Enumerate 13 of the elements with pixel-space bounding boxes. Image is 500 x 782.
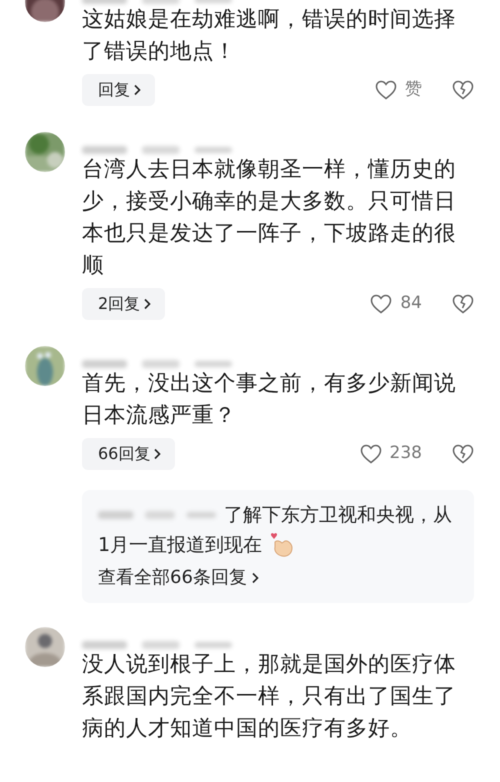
view-all-replies-link[interactable]: 查看全部66条回复 [98, 564, 259, 591]
like-count: 84 [400, 292, 422, 316]
reply-button[interactable]: 66回复 [82, 438, 176, 470]
comment-text: 没人说到根子上，那就是国外的医疗体系跟国内完全不一样，只有出了国生了病的人才知道中国的医疗有多好。 [82, 651, 457, 743]
reply-text: 了解下东方卫视和央视，从 [224, 503, 452, 528]
like-count: 赞 [405, 78, 422, 102]
comment-text: 台湾人去日本就像朝圣一样，懂历史的少，接受小确幸的是大多数。只可惜日本也只是发达了一阵子，下坡路走的很顺 [82, 156, 457, 280]
reply-button[interactable]: 2回复 [82, 288, 166, 320]
like-count: 238 [390, 442, 422, 466]
reply-text: 1月一直报道到现在 [98, 533, 262, 558]
comment-text: 首先，没出这个事之前，有多少新闻说日本流感严重？ [82, 370, 457, 430]
comment-text: 这姑娘是在劫难逃啊，错误的时间选择了错误的地点！ [82, 6, 457, 66]
reply-button[interactable]: 回复 [82, 74, 155, 106]
